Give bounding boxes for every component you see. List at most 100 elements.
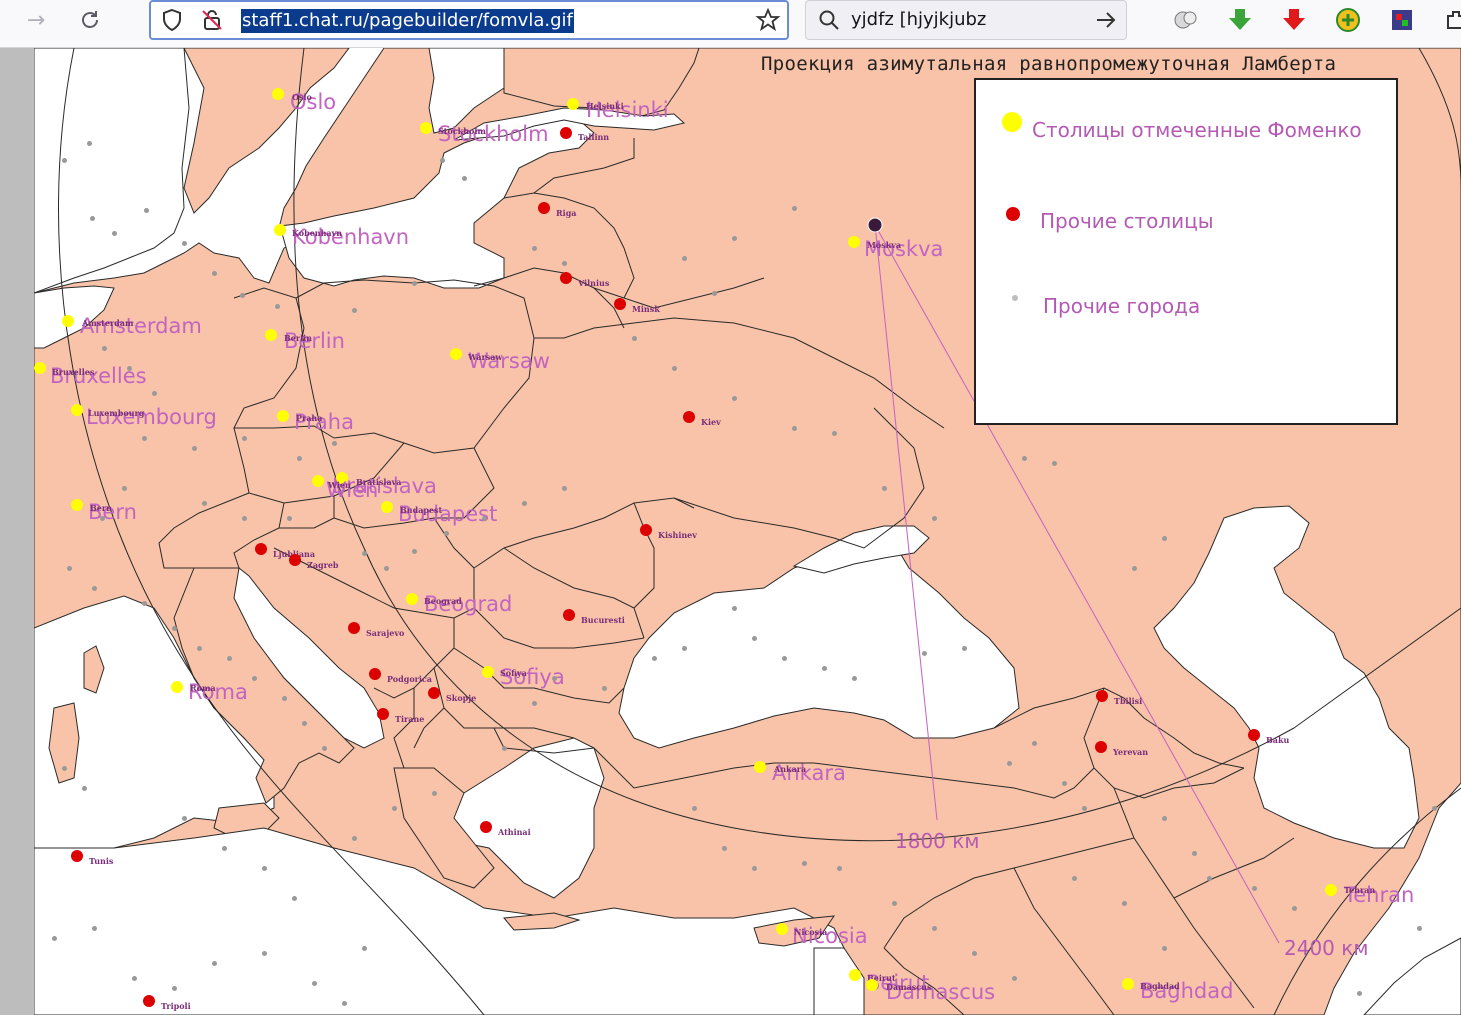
other-city-dot	[562, 486, 567, 491]
city-small-label-moskva: Moskva	[867, 240, 902, 250]
other-city-dot	[532, 701, 537, 706]
other-city-dot	[1082, 806, 1087, 811]
capital-dot-tirane	[377, 708, 389, 720]
other-city-dot	[1357, 991, 1362, 996]
city-dot-wien	[312, 475, 324, 487]
search-bar[interactable]: yjdfz [hjyjkjubz	[805, 0, 1127, 40]
city-small-label-praha: Praha	[296, 413, 323, 423]
other-city-dot	[292, 896, 297, 901]
city-small-label-beograd: Beograd	[424, 596, 462, 606]
other-city-dot	[362, 946, 367, 951]
city-small-label-nicosia: Nicosia	[794, 927, 828, 937]
other-city-dot	[212, 271, 217, 276]
other-city-dot	[892, 901, 897, 906]
reload-icon[interactable]	[72, 4, 108, 36]
city-small-label-helsinki: Helsinki	[586, 101, 624, 111]
city-dot-kobenhavn	[274, 224, 286, 236]
other-city-dot	[392, 806, 397, 811]
city-small-label-oslo: Oslo	[292, 92, 312, 102]
other-city-dot	[1292, 906, 1297, 911]
city-small-label-amsterdam: Amsterdam	[82, 318, 134, 328]
other-city-dot	[52, 936, 57, 941]
other-city-dot	[682, 646, 687, 651]
other-city-dot	[412, 549, 417, 554]
city-dot-bern	[71, 499, 83, 511]
capital-label-baku: Baku	[1266, 735, 1290, 745]
capital-label-bucuresti: Bucuresti	[581, 615, 625, 625]
other-city-dot	[712, 291, 717, 296]
other-city-dot	[802, 861, 807, 866]
city-dot-tehran	[1325, 884, 1337, 896]
other-city-dot	[127, 366, 132, 371]
other-city-dot	[602, 686, 607, 691]
city-dot-praha	[277, 410, 289, 422]
persian-gulf	[1363, 937, 1461, 1015]
bookmark-star-icon[interactable]	[755, 7, 781, 33]
search-icon	[819, 10, 839, 30]
other-city-dot	[792, 426, 797, 431]
city-small-label-budapest: Budapest	[400, 505, 443, 515]
other-city-dot	[142, 436, 147, 441]
other-city-dot	[482, 516, 487, 521]
capital-dot-ljubljana	[255, 543, 267, 555]
other-city-dot	[302, 721, 307, 726]
other-city-dot	[432, 791, 437, 796]
other-city-dot	[732, 236, 737, 241]
download-red-icon[interactable]	[1280, 6, 1308, 34]
capital-dot-podgorica	[369, 668, 381, 680]
city-dot-nicosia	[776, 923, 788, 935]
download-green-icon[interactable]	[1226, 6, 1254, 34]
city-dot-luxembourg	[71, 404, 83, 416]
extensions-menu-icon[interactable]	[1442, 6, 1461, 34]
other-city-dot	[172, 986, 177, 991]
other-city-dot	[962, 646, 967, 651]
capital-dot-tbilisi	[1096, 690, 1108, 702]
city-dot-amsterdam	[62, 315, 74, 327]
forward-icon[interactable]: →	[18, 4, 54, 36]
city-small-label-bruxelles: Bruxelles	[52, 367, 95, 377]
capital-label-yerevan: Yerevan	[1113, 747, 1149, 757]
capital-label-athinai: Athinai	[498, 827, 531, 837]
other-city-dot	[227, 656, 232, 661]
other-city-dot	[822, 666, 827, 671]
other-city-dot	[82, 786, 87, 791]
search-input[interactable]: yjdfz [hjyjkjubz	[851, 9, 986, 30]
other-city-dot	[1012, 976, 1017, 981]
other-city-dot	[240, 293, 245, 298]
other-city-dot	[90, 216, 95, 221]
capital-label-zagreb: Zagreb	[307, 560, 339, 570]
other-city-dot	[552, 676, 557, 681]
map-title: Проекция азимутальная равнопромежуточная…	[761, 53, 1337, 75]
capital-label-podgorica: Podgorica	[387, 674, 432, 684]
city-dot-oslo	[272, 88, 284, 100]
other-city-dot	[732, 396, 737, 401]
city-small-label-wien: Wien	[328, 480, 351, 490]
other-city-dot	[1162, 946, 1167, 951]
other-city-dot	[522, 501, 527, 506]
other-city-dot	[1132, 566, 1137, 571]
other-city-dot	[532, 246, 537, 251]
other-city-dot	[1062, 781, 1067, 786]
shield-icon[interactable]	[159, 7, 185, 33]
other-city-dot	[1432, 806, 1437, 811]
other-city-dot	[932, 516, 937, 521]
other-city-dot	[852, 676, 857, 681]
other-city-dot	[262, 951, 267, 956]
extension-puzzle-icon[interactable]	[1172, 6, 1200, 34]
capital-label-vilnius: Vilnius	[578, 278, 610, 288]
other-city-dot	[252, 676, 257, 681]
addon-cube-icon[interactable]	[1388, 6, 1416, 34]
capital-label-tirane: Tirane	[395, 714, 425, 724]
url-bar[interactable]: staff1.chat.ru/pagebuilder/fomvla.gif	[149, 0, 789, 40]
capital-dot-tunis	[71, 850, 83, 862]
other-city-dot	[142, 601, 147, 606]
legend-fomenko-label: Столицы отмеченные Фоменко	[1032, 118, 1362, 142]
other-city-dot	[752, 866, 757, 871]
other-city-dot	[922, 651, 927, 656]
addon-plus-icon[interactable]	[1334, 6, 1362, 34]
insecure-lock-icon[interactable]	[199, 7, 225, 33]
search-go-arrow-icon[interactable]	[1094, 9, 1118, 31]
url-text[interactable]: staff1.chat.ru/pagebuilder/fomvla.gif	[241, 9, 574, 33]
capital-label-kiev: Kiev	[701, 417, 721, 427]
city-small-label-damascus: Damascus	[886, 982, 932, 992]
